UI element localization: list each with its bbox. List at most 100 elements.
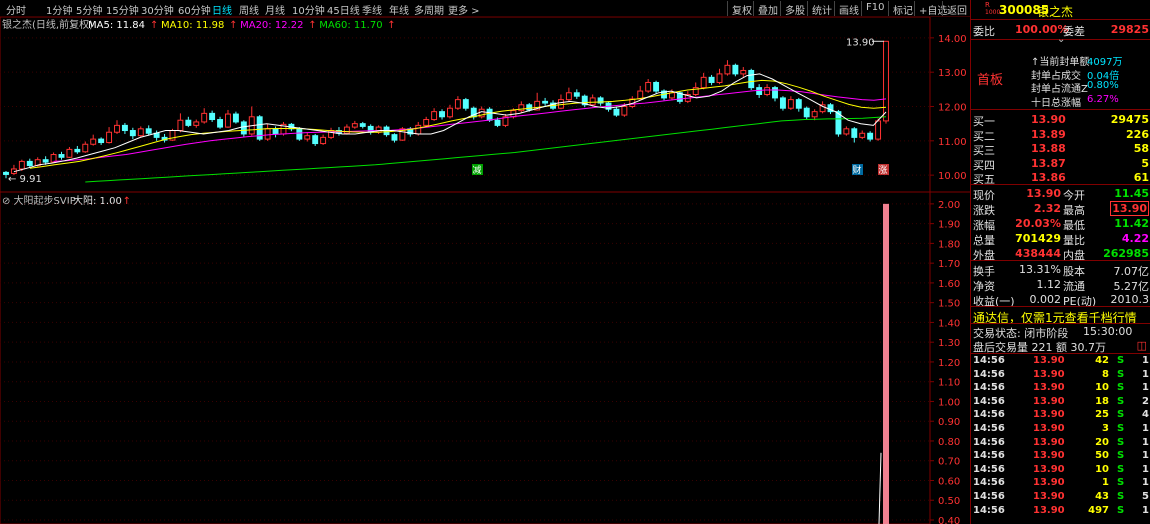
panel-line-4	[971, 184, 1150, 185]
period-tab-5[interactable]: 60分钟	[178, 2, 211, 17]
period-tab-1[interactable]: 1分钟	[46, 2, 72, 17]
high-label: 13.90	[846, 37, 875, 48]
event-marker-2: 涨	[879, 165, 888, 176]
candle	[185, 119, 192, 126]
quote-row-3: 总量 701429 量比 4.22	[971, 231, 1150, 247]
candle	[423, 119, 430, 126]
tick-row-4: 14:56 13.90 25 S 4	[971, 409, 1150, 422]
toolbar-button-4[interactable]: 画线	[834, 1, 862, 17]
tick-price-6: 13.90	[1033, 436, 1065, 448]
period-toolbar: 分时 1分钟 5分钟 15分钟 30分钟 60分钟 日线 周线 月线 10分钟 45日线 季线 年线 多周…	[0, 0, 970, 17]
candle	[58, 154, 65, 158]
candle	[312, 135, 319, 145]
weicha-value: 29825	[1110, 23, 1149, 36]
indicator-tick-label-13: 0.70	[938, 457, 960, 468]
indicator-tick-label-9: 1.10	[938, 378, 960, 389]
collapse-icon[interactable]: ⌄	[1057, 34, 1065, 45]
stat-value-a-1: 1.12	[1036, 278, 1062, 291]
indicator-tick-label-8: 1.20	[938, 358, 960, 369]
ma60-line	[85, 116, 887, 183]
toolbar-button-1[interactable]: 叠加	[753, 1, 781, 17]
tick-count-11: 1	[1142, 504, 1149, 516]
event-marker-0: 减	[473, 164, 482, 176]
candle	[589, 97, 596, 106]
toolbar-button-5[interactable]: F10	[861, 1, 887, 16]
banner-row[interactable]: 通达信，仅需1元查看千档行情	[971, 308, 1150, 325]
period-tab-14[interactable]: 更多 >	[448, 2, 480, 17]
panel-line-1	[971, 19, 1150, 20]
bid-price-2: 13.88	[1031, 142, 1066, 155]
candle	[859, 132, 866, 138]
candle	[359, 123, 366, 127]
candle	[494, 119, 501, 126]
tick-time-9: 14:56	[973, 477, 1005, 489]
period-tab-2[interactable]: 5分钟	[76, 2, 102, 17]
tick-side-2: S	[1117, 382, 1125, 394]
candle	[740, 69, 747, 75]
candle	[18, 160, 25, 170]
period-tab-6[interactable]: 日线	[212, 2, 232, 17]
indicator-tick-label-12: 0.80	[938, 437, 960, 448]
tick-count-5: 1	[1142, 423, 1149, 434]
stat-value-b-2: 2010.3	[1110, 293, 1150, 306]
weibi-label: 委比	[973, 25, 995, 38]
period-tab-8[interactable]: 月线	[265, 2, 285, 17]
stat-row-0: 换手 13.31% 股本 7.07亿	[971, 262, 1150, 278]
candle	[851, 128, 858, 138]
candle	[716, 73, 723, 83]
bid-vol-1: 226	[1126, 127, 1149, 141]
period-tab-11[interactable]: 季线	[362, 2, 382, 17]
period-tab-10[interactable]: 45日线	[327, 2, 360, 17]
tick-side-8: S	[1117, 463, 1125, 475]
candle	[343, 126, 350, 134]
indicator-line	[878, 452, 882, 524]
period-tab-0[interactable]: 分时	[6, 2, 26, 17]
tick-side-3: S	[1117, 395, 1125, 407]
candle	[803, 107, 810, 118]
period-tab-7[interactable]: 周线	[239, 2, 259, 17]
candle	[26, 160, 33, 167]
period-tab-13[interactable]: 多周期	[414, 2, 444, 17]
board-stat-0: ↑当前封单额 4097万	[971, 52, 1150, 68]
candle	[795, 99, 802, 109]
candle	[764, 87, 771, 95]
tick-row-1: 14:56 13.90 8 S 1	[971, 369, 1150, 382]
toolbar-button-3[interactable]: 统计	[807, 1, 835, 17]
candle	[320, 136, 327, 145]
stat-value-a-2: 0.002	[1029, 293, 1062, 306]
candle	[700, 76, 707, 89]
ma5-line	[13, 73, 887, 173]
candle	[304, 135, 311, 140]
chart-area[interactable]: 14.00 13.00 12.00 11.00 10.00 银之杰(日线,前复权) MA5:…	[0, 17, 970, 524]
candle	[883, 40, 889, 122]
tick-row-11: 14:56 13.90 497 S 1	[971, 505, 1150, 518]
candle	[98, 138, 105, 144]
candle	[272, 128, 279, 135]
candle	[240, 121, 247, 135]
ma-label-2: MA20: 12.22	[240, 20, 303, 31]
toolbar-button-0[interactable]: 复权	[727, 1, 755, 17]
candle	[867, 132, 874, 140]
candle	[462, 99, 469, 109]
candle	[708, 76, 715, 83]
tick-time-1: 14:56	[973, 368, 1005, 380]
toolbar-button-6[interactable]: 标记	[888, 1, 916, 17]
ma-label-0: MA5: 11.84	[88, 20, 145, 31]
period-tab-3[interactable]: 15分钟	[106, 2, 139, 17]
expand-icon[interactable]: ◫	[1137, 339, 1147, 352]
tick-side-10: S	[1117, 491, 1125, 502]
tick-count-0: 1	[1142, 355, 1149, 366]
kline-chart[interactable]: 14.00 13.00 12.00 11.00 10.00 银之杰(日线,前复权)MA5:…	[0, 17, 970, 524]
indicator-tick-label-4: 1.60	[938, 279, 960, 290]
candle	[201, 112, 208, 123]
candle	[264, 128, 271, 140]
period-tab-12[interactable]: 年线	[389, 2, 409, 17]
tick-price-7: 13.90	[1033, 450, 1065, 462]
toolbar-button-2[interactable]: 多股	[780, 1, 808, 17]
tick-time-8: 14:56	[973, 463, 1005, 475]
period-tab-4[interactable]: 30分钟	[141, 2, 174, 17]
toolbar-button-8[interactable]: 返回	[942, 1, 970, 17]
tick-count-6: 1	[1142, 436, 1149, 448]
period-tab-9[interactable]: 10分钟	[292, 2, 325, 17]
stock-badge: R 1000	[985, 2, 1000, 17]
